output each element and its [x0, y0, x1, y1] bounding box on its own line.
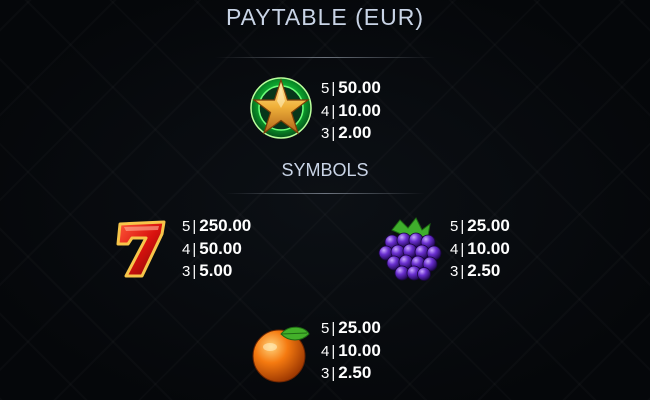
- payout-value: 50.00: [199, 238, 242, 258]
- separator: |: [331, 320, 336, 337]
- payout-value: 50.00: [338, 78, 381, 97]
- match-count: 5: [321, 320, 330, 337]
- payout-value: 10.00: [467, 238, 510, 258]
- payout-value: 2.00: [338, 123, 372, 142]
- title-divider: [215, 57, 435, 58]
- payout-row: 5 | 25.00: [450, 215, 560, 238]
- star-icon: [249, 76, 313, 140]
- match-count: 3: [321, 125, 330, 142]
- payout-row: 5 | 25.00: [321, 317, 431, 340]
- orange-paytable: 5 | 25.00 4 | 10.00 3 | 2.50: [321, 317, 431, 385]
- symbols-divider: [225, 193, 425, 194]
- payout-value: 10.00: [338, 340, 381, 360]
- match-count: 3: [182, 263, 191, 280]
- separator: |: [331, 125, 336, 142]
- payout-row: 4 | 10.00: [321, 340, 431, 363]
- payout-value: 250.00: [199, 216, 252, 235]
- grapes-paytable: 5 | 25.00 4 | 10.00 3 | 2.50: [450, 215, 560, 283]
- payout-row: 5 | 250.00: [182, 215, 292, 238]
- separator: |: [192, 240, 197, 258]
- match-count: 4: [450, 240, 459, 258]
- separator: |: [331, 365, 336, 382]
- payout-value: 25.00: [467, 216, 510, 235]
- seven-icon: [112, 218, 172, 280]
- separator: |: [192, 218, 197, 235]
- match-count: 5: [182, 218, 191, 235]
- payout-row: 3 | 2.50: [450, 260, 560, 283]
- payout-value: 2.50: [467, 261, 501, 280]
- match-count: 4: [321, 342, 330, 360]
- paytable-title: PAYTABLE (EUR): [225, 4, 425, 30]
- payout-row: 5 | 50.00: [321, 77, 431, 100]
- grapes-icon: [378, 216, 444, 282]
- match-count: 5: [450, 218, 459, 235]
- payout-value: 25.00: [338, 318, 381, 337]
- payout-value: 5.00: [199, 261, 233, 280]
- symbols-heading: SYMBOLS: [281, 160, 369, 180]
- match-count: 4: [321, 102, 330, 120]
- match-count: 3: [321, 365, 330, 382]
- star-paytable: 5 | 50.00 4 | 10.00 3 | 2.00: [321, 77, 431, 145]
- payout-row: 4 | 10.00: [321, 100, 431, 123]
- separator: |: [460, 263, 465, 280]
- separator: |: [460, 218, 465, 235]
- payout-value: 10.00: [338, 100, 381, 120]
- match-count: 5: [321, 80, 330, 97]
- separator: |: [460, 240, 465, 258]
- separator: |: [331, 102, 336, 120]
- payout-row: 3 | 2.00: [321, 122, 431, 145]
- orange-icon: [249, 320, 313, 384]
- separator: |: [331, 80, 336, 97]
- payout-row: 3 | 2.50: [321, 362, 431, 385]
- seven-paytable: 5 | 250.00 4 | 50.00 3 | 5.00: [182, 215, 292, 283]
- payout-value: 2.50: [338, 363, 372, 382]
- payout-row: 4 | 10.00: [450, 238, 560, 261]
- payout-row: 3 | 5.00: [182, 260, 292, 283]
- payout-row: 4 | 50.00: [182, 238, 292, 261]
- match-count: 3: [450, 263, 459, 280]
- separator: |: [331, 342, 336, 360]
- separator: |: [192, 263, 197, 280]
- match-count: 4: [182, 240, 191, 258]
